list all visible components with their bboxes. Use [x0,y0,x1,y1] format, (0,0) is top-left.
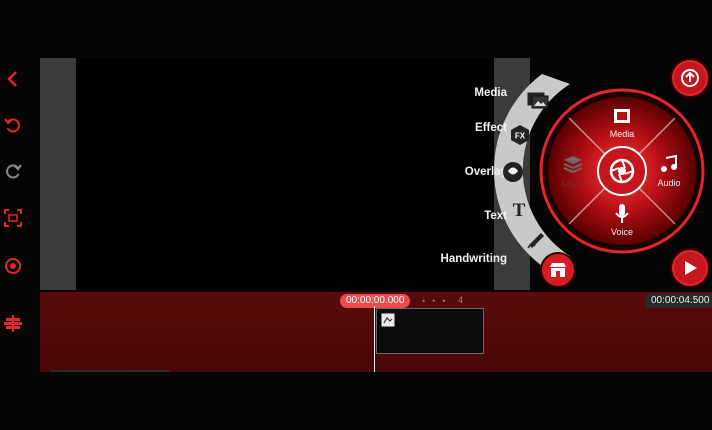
svg-text:FX: FX [515,132,526,141]
aperture-capture-icon[interactable] [608,157,636,185]
chevron-left-icon [7,71,17,87]
playhead[interactable] [374,306,375,372]
preview-side-bar-left [40,58,76,290]
svg-text:T: T [513,200,526,220]
clip-thumbnail-icon [381,313,395,327]
fx-icon[interactable]: FX [509,124,531,146]
current-time-badge: 00:00:00.000 [340,294,411,308]
wheel-media-label[interactable]: Media [602,129,642,139]
back-button[interactable] [2,68,24,90]
sticker-icon[interactable] [502,161,524,183]
bottom-scrollbar[interactable] [50,370,170,372]
film-media-icon[interactable] [612,106,632,126]
play-icon [685,261,697,275]
wheel-layer-label[interactable]: Layer [553,178,593,188]
redo-icon [6,164,22,179]
total-time-badge: 00:00:04.500 [645,294,712,308]
storefront-icon [550,263,566,277]
menu-label-handwriting[interactable]: Handwriting [441,253,507,265]
wheel-audio-label[interactable]: Audio [649,178,689,188]
export-button[interactable] [670,58,710,98]
fullscreen-crop-icon [4,209,22,227]
menu-label-effect[interactable]: Effect [475,122,507,134]
menu-label-text[interactable]: Text [484,210,507,222]
record-button[interactable] [2,255,24,277]
redo-button[interactable] [2,160,24,182]
wheel-voice-label[interactable]: Voice [602,227,642,237]
record-target-icon [5,258,21,274]
timeline-marker-label: 4 [458,295,464,305]
timeline-clip[interactable] [376,308,484,354]
menu-label-media[interactable]: Media [474,87,507,99]
layers-settings-icon [4,315,22,332]
upload-export-icon [681,69,699,87]
undo-button[interactable] [2,114,24,136]
undo-icon [4,118,20,133]
layer-stack-icon[interactable] [562,154,584,174]
microphone-icon[interactable] [612,203,632,225]
play-button[interactable] [670,248,710,288]
layers-button[interactable] [2,312,24,334]
store-button[interactable] [540,252,576,288]
timeline-dots: ••• [422,296,453,306]
music-note-icon[interactable] [659,154,679,174]
text-icon[interactable]: T [508,198,530,220]
menu-label-overlay[interactable]: Overlay [465,166,507,178]
crop-button[interactable] [2,207,24,229]
